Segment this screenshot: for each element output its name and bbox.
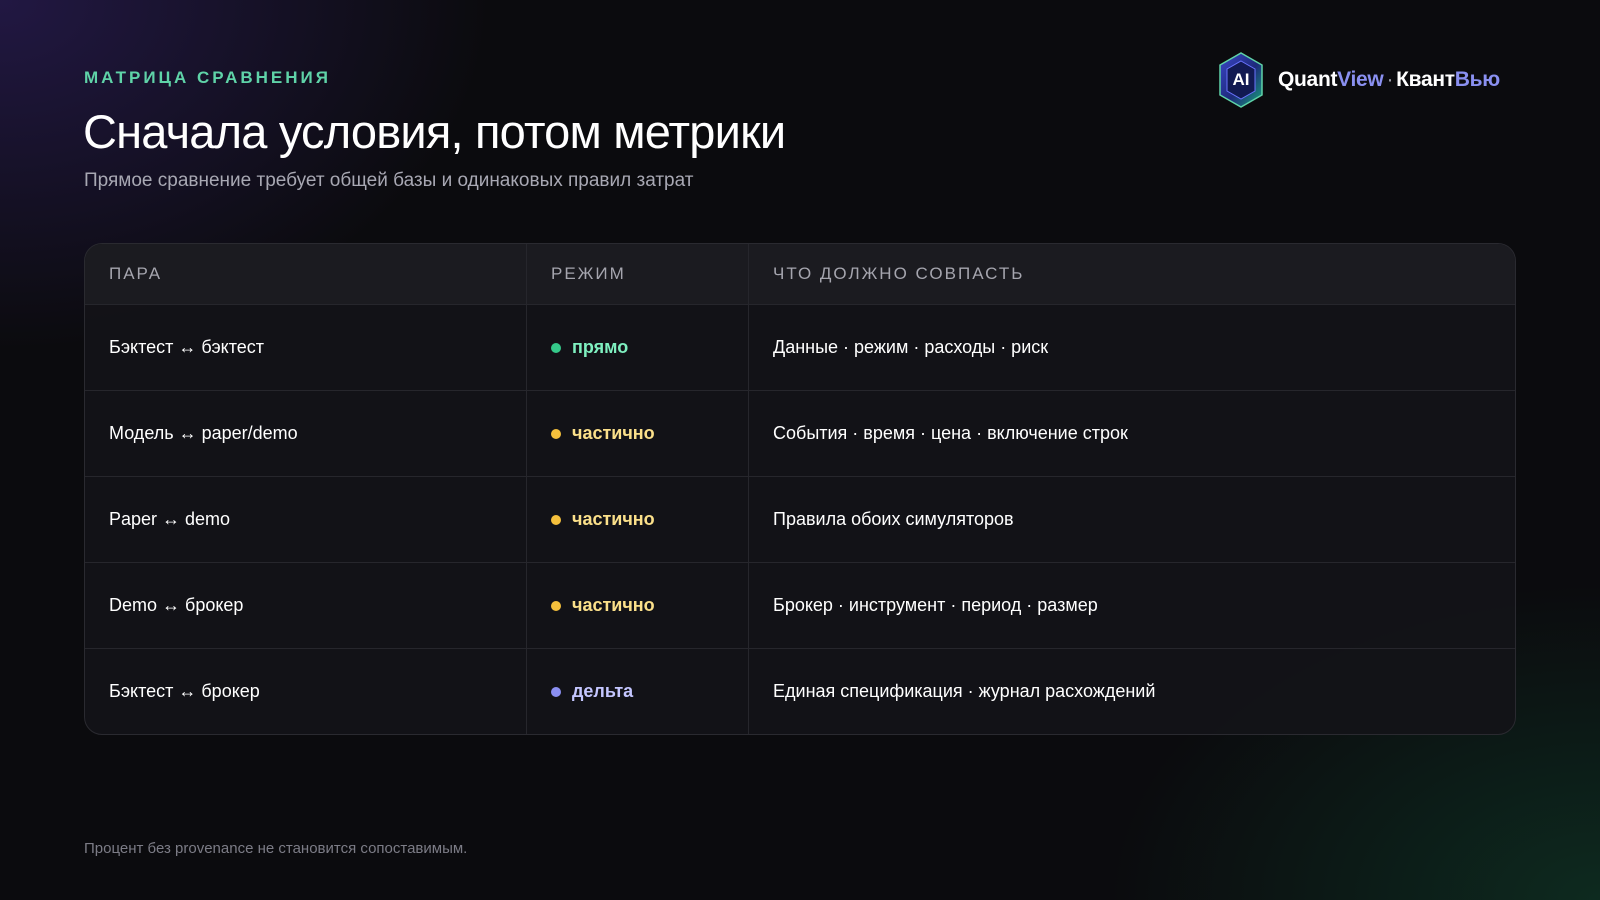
mode-label: частично [572, 423, 655, 443]
ai-hexagon-logo-icon: AI [1216, 50, 1266, 110]
column-header-pair: ПАРА [85, 244, 527, 304]
mode-cell: частично [527, 477, 749, 562]
mode-label: прямо [572, 337, 629, 357]
match-criteria-cell: Данные · режим · расходы · риск [773, 337, 1049, 357]
match-criteria-cell: Брокер · инструмент · период · размер [773, 595, 1098, 615]
pair-cell: Бэктест ↔ бэктест [85, 305, 527, 390]
pair-cell: Бэктест ↔ брокер [85, 649, 527, 734]
brand-logo-block: AI QuantView · КвантВью [1216, 50, 1500, 110]
status-dot-icon [551, 342, 561, 353]
match-criteria-cell: События · время · цена · включение строк [773, 423, 1128, 443]
table-row: Demo ↔ брокер частично Брокер · инструмент… [85, 562, 1515, 648]
mode-label: частично [572, 509, 655, 529]
page-subtitle: Прямое сравнение требует общей базы и од… [84, 170, 694, 191]
mode-cell: частично [527, 563, 749, 648]
table-row: Paper ↔ demo частично Правила обоих симуля… [85, 476, 1515, 562]
comparison-matrix-table: ПАРА РЕЖИМ ЧТО ДОЛЖНО СОВПАСТЬ Бэктест ↔… [84, 243, 1516, 735]
brand-name-latin: Quant [1278, 68, 1338, 91]
brand-name: QuantView · КвантВью [1278, 68, 1500, 92]
page-title: Сначала условия, потом метрики [83, 105, 786, 158]
table-row: Бэктест ↔ бэктест прямо Данные · режим · р… [85, 304, 1515, 390]
match-criteria-cell: Единая спецификация · журнал расхождений [773, 681, 1156, 701]
mode-label: частично [572, 595, 655, 615]
pair-cell: Demo ↔ брокер [85, 563, 527, 648]
pair-cell: Модель ↔ paper/demo [85, 391, 527, 476]
status-dot-icon [551, 686, 561, 697]
status-dot-icon [551, 428, 561, 439]
column-header-mode: РЕЖИМ [527, 244, 749, 304]
mode-cell: прямо [527, 305, 749, 390]
status-dot-icon [551, 600, 561, 611]
table-row: Бэктест ↔ брокер дельта Единая спецификаци… [85, 648, 1515, 734]
pair-cell: Paper ↔ demo [85, 477, 527, 562]
brand-name-latin-accent: View [1337, 68, 1384, 91]
status-dot-icon [551, 514, 561, 525]
mode-cell: частично [527, 391, 749, 476]
brand-name-cyrillic-accent: Вью [1454, 68, 1500, 91]
eyebrow-label: МАТРИЦА СРАВНЕНИЯ [84, 68, 331, 87]
mode-cell: дельта [527, 649, 749, 734]
match-criteria-cell: Правила обоих симуляторов [773, 509, 1014, 529]
table-row: Модель ↔ paper/demo частично События · вре… [85, 390, 1515, 476]
logo-text: AI [1232, 70, 1250, 89]
footer-note: Процент без provenance не становится соп… [84, 840, 468, 857]
table-body: Бэктест ↔ бэктест прямо Данные · режим · р… [85, 304, 1515, 734]
mode-label: дельта [572, 681, 634, 701]
brand-name-cyrillic: Квант [1396, 68, 1455, 91]
table-header-row: ПАРА РЕЖИМ ЧТО ДОЛЖНО СОВПАСТЬ [85, 244, 1515, 304]
column-header-match: ЧТО ДОЛЖНО СОВПАСТЬ [773, 264, 1025, 283]
brand-separator: · [1386, 68, 1394, 91]
